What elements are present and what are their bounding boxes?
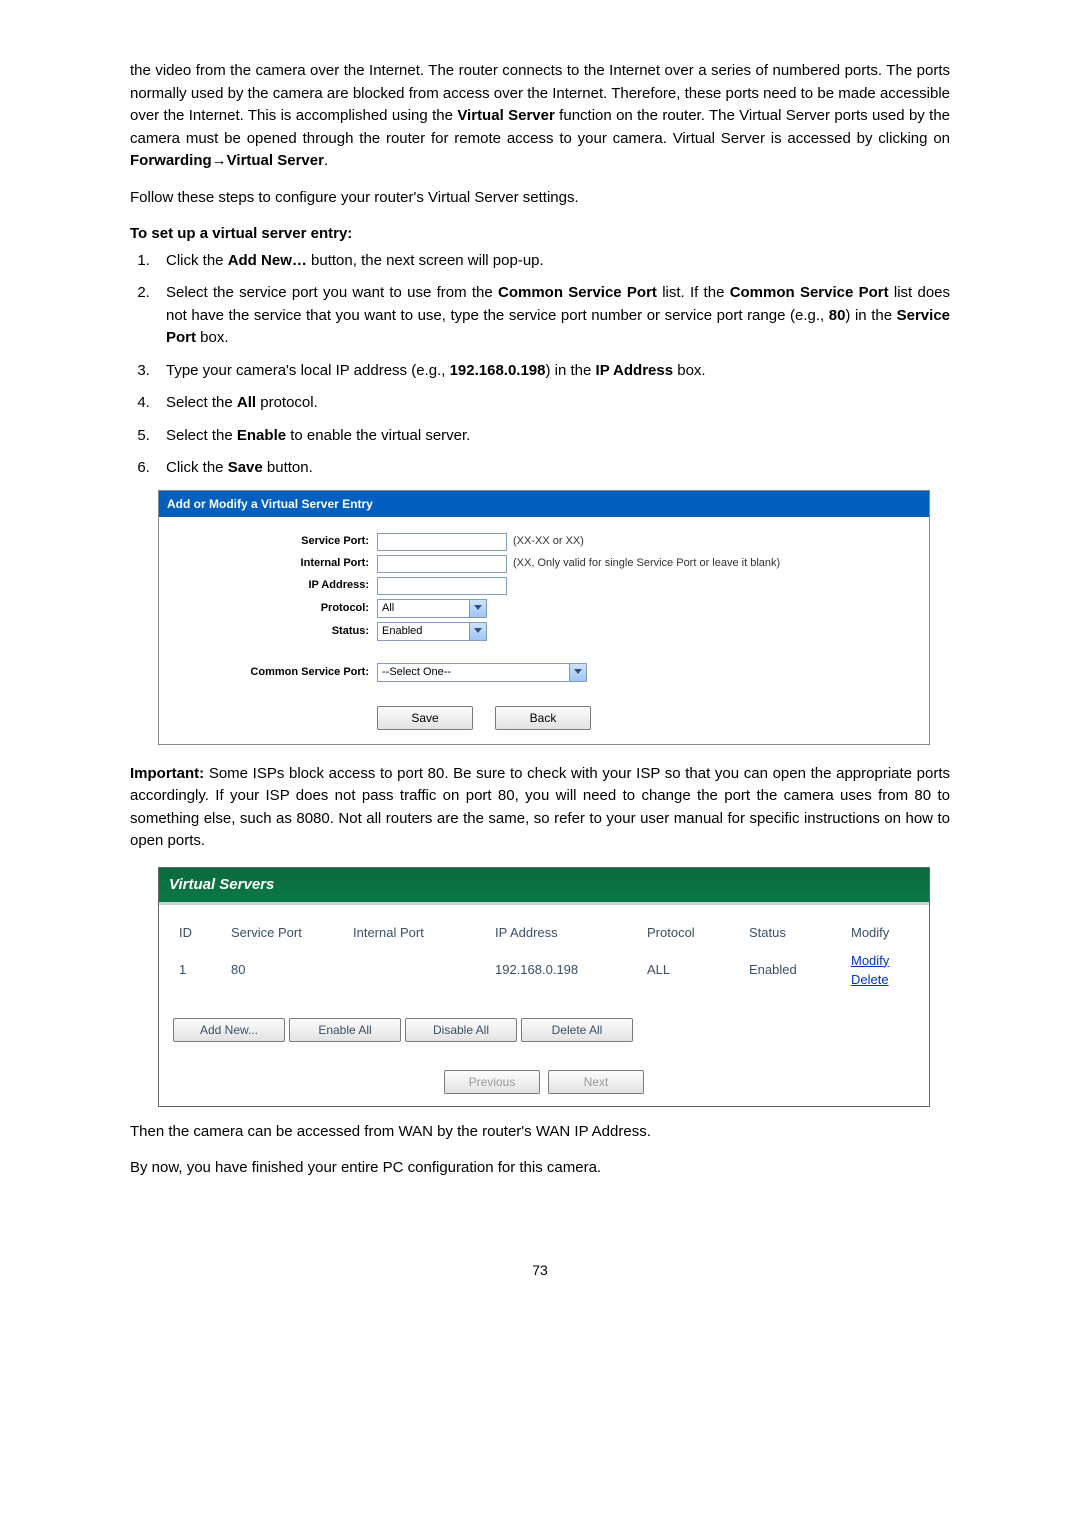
panel-title: Add or Modify a Virtual Server Entry: [159, 491, 929, 517]
text: box.: [196, 329, 229, 346]
text: Click the: [166, 459, 228, 476]
table-header-row: ID Service Port Internal Port IP Address…: [173, 919, 915, 947]
list-item: Type your camera's local IP address (e.g…: [154, 360, 950, 383]
follow-steps: Follow these steps to configure your rou…: [130, 187, 950, 210]
text: Select the service port you want to use …: [166, 284, 498, 301]
back-button[interactable]: Back: [495, 706, 591, 730]
text-bold: 80: [829, 307, 846, 324]
internal-port-input[interactable]: [377, 555, 507, 573]
status-label: Status:: [159, 623, 377, 640]
intro-paragraph: the video from the camera over the Inter…: [130, 60, 950, 173]
col-ip-address: IP Address: [489, 919, 641, 947]
add-new-button[interactable]: Add New...: [173, 1018, 285, 1042]
modify-link[interactable]: Modify: [851, 953, 889, 968]
text: ) in the: [845, 307, 896, 324]
after-text-2: By now, you have finished your entire PC…: [130, 1157, 950, 1180]
text-bold: Add New…: [228, 252, 307, 269]
panel-body: Service Port: (XX-XX or XX) Internal Por…: [159, 517, 929, 744]
text-bold: Virtual Server: [457, 107, 554, 124]
text: box.: [673, 362, 706, 379]
virtual-servers-panel: Virtual Servers ID Service Port Internal…: [158, 867, 930, 1107]
list-item: Click the Add New… button, the next scre…: [154, 250, 950, 273]
internal-port-label: Internal Port:: [159, 555, 377, 572]
text: button.: [263, 459, 313, 476]
previous-button[interactable]: Previous: [444, 1070, 540, 1094]
list-item: Click the Save button.: [154, 457, 950, 480]
text-bold: Common Service Port: [730, 284, 889, 301]
disable-all-button[interactable]: Disable All: [405, 1018, 517, 1042]
col-internal-port: Internal Port: [347, 919, 489, 947]
list-item: Select the All protocol.: [154, 392, 950, 415]
chevron-down-icon: [469, 623, 486, 640]
protocol-label: Protocol:: [159, 600, 377, 617]
col-id: ID: [173, 919, 225, 947]
text: Click the: [166, 252, 228, 269]
virtual-servers-table: ID Service Port Internal Port IP Address…: [173, 919, 915, 994]
cell-id: 1: [173, 947, 225, 994]
cell-modify: Modify Delete: [845, 947, 915, 994]
add-modify-virtual-server-panel: Add or Modify a Virtual Server Entry Ser…: [158, 490, 930, 745]
list-item: Select the Enable to enable the virtual …: [154, 425, 950, 448]
text-bold: Forwarding→Virtual Server: [130, 152, 324, 169]
chevron-down-icon: [569, 664, 586, 681]
cell-protocol: ALL: [641, 947, 743, 994]
cell-status: Enabled: [743, 947, 845, 994]
important-label: Important:: [130, 765, 204, 782]
protocol-select[interactable]: All: [377, 599, 487, 618]
chevron-down-icon: [469, 600, 486, 617]
text-bold: 192.168.0.198: [450, 362, 546, 379]
steps-list: Click the Add New… button, the next scre…: [130, 250, 950, 480]
common-service-port-label: Common Service Port:: [159, 664, 377, 681]
text: to enable the virtual server.: [286, 427, 470, 444]
ip-address-label: IP Address:: [159, 577, 377, 594]
internal-port-hint: (XX, Only valid for single Service Port …: [513, 555, 780, 572]
col-status: Status: [743, 919, 845, 947]
cell-ip-address: 192.168.0.198: [489, 947, 641, 994]
service-port-label: Service Port:: [159, 533, 377, 550]
text-bold: Enable: [237, 427, 286, 444]
setup-heading: To set up a virtual server entry:: [130, 223, 950, 246]
after-text-1: Then the camera can be accessed from WAN…: [130, 1121, 950, 1144]
status-value: Enabled: [382, 623, 422, 640]
panel-title: Virtual Servers: [159, 868, 929, 906]
text: .: [324, 152, 328, 169]
enable-all-button[interactable]: Enable All: [289, 1018, 401, 1042]
text: protocol.: [256, 394, 318, 411]
text-bold: Save: [228, 459, 263, 476]
text-bold: Common Service Port: [498, 284, 657, 301]
service-port-input[interactable]: [377, 533, 507, 551]
cell-service-port: 80: [225, 947, 347, 994]
col-protocol: Protocol: [641, 919, 743, 947]
service-port-hint: (XX-XX or XX): [513, 533, 584, 550]
text: Select the: [166, 427, 237, 444]
page-number: 73: [130, 1260, 950, 1281]
status-select[interactable]: Enabled: [377, 622, 487, 641]
text-bold: All: [237, 394, 256, 411]
col-modify: Modify: [845, 919, 915, 947]
protocol-value: All: [382, 600, 394, 617]
col-service-port: Service Port: [225, 919, 347, 947]
important-paragraph: Important: Some ISPs block access to por…: [130, 763, 950, 853]
important-text: Some ISPs block access to port 80. Be su…: [130, 765, 950, 850]
cell-internal-port: [347, 947, 489, 994]
common-service-port-value: --Select One--: [382, 664, 451, 681]
text: list. If the: [657, 284, 730, 301]
list-item: Select the service port you want to use …: [154, 282, 950, 350]
text-bold: IP Address: [596, 362, 674, 379]
text: button, the next screen will pop-up.: [307, 252, 544, 269]
table-row: 1 80 192.168.0.198 ALL Enabled Modify De…: [173, 947, 915, 994]
delete-link[interactable]: Delete: [851, 972, 889, 987]
ip-address-input[interactable]: [377, 577, 507, 595]
text: Select the: [166, 394, 237, 411]
delete-all-button[interactable]: Delete All: [521, 1018, 633, 1042]
common-service-port-select[interactable]: --Select One--: [377, 663, 587, 682]
save-button[interactable]: Save: [377, 706, 473, 730]
next-button[interactable]: Next: [548, 1070, 644, 1094]
text: ) in the: [546, 362, 596, 379]
text: Type your camera's local IP address (e.g…: [166, 362, 450, 379]
